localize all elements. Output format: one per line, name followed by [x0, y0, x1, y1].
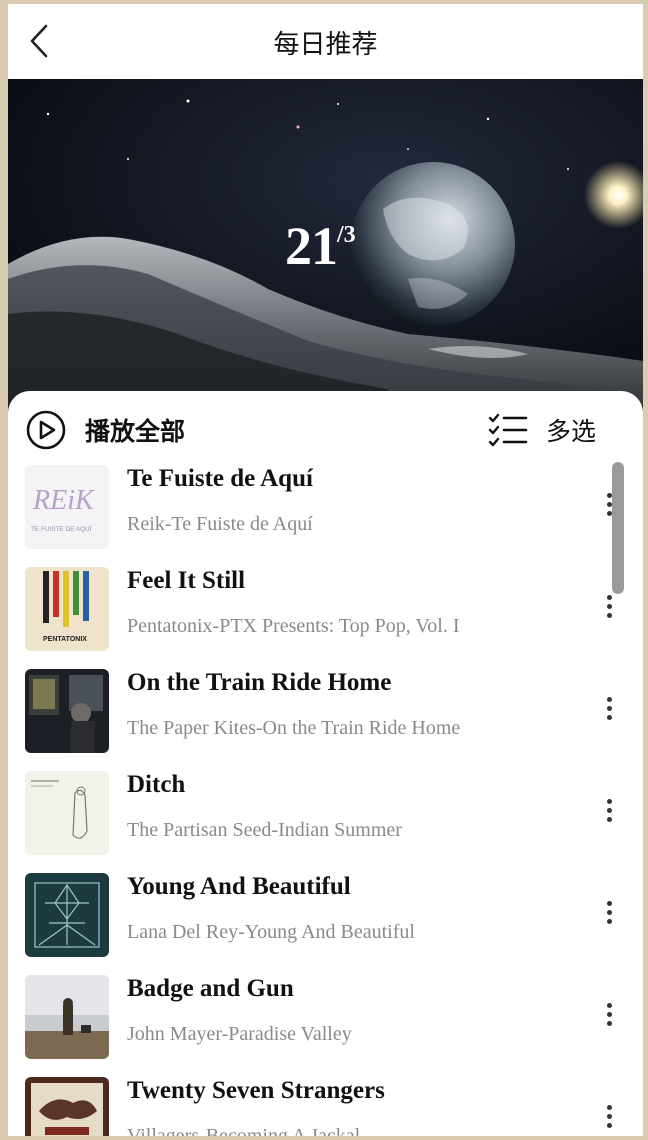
more-vertical-icon[interactable]	[598, 897, 620, 935]
checklist-icon	[488, 413, 528, 447]
song-subtitle: John Mayer-Paradise Valley	[127, 1023, 352, 1045]
song-subtitle: Reik-Te Fuiste de Aquí	[127, 513, 313, 535]
date-day: 21	[285, 216, 338, 276]
multi-select-button[interactable]: 多选	[488, 409, 596, 451]
date-overlay: 21/3	[285, 215, 356, 277]
song-item[interactable]: Badge and Gun John Mayer-Paradise Valley	[8, 969, 643, 1071]
album-cover	[25, 669, 109, 753]
album-cover: REiK TE FUISTE DE AQUÍ	[25, 465, 109, 549]
song-item[interactable]: Twenty Seven Strangers Villagers-Becomin…	[8, 1071, 643, 1136]
play-circle-icon	[26, 410, 66, 450]
play-all-label: 播放全部	[85, 417, 186, 446]
album-cover: PENTATONIX	[25, 567, 109, 651]
header-bar: 每日推荐	[8, 4, 643, 79]
album-cover	[25, 975, 109, 1059]
song-title: On the Train Ride Home	[127, 669, 392, 696]
cover-brand-text: REiK	[32, 485, 95, 516]
scrollbar-thumb[interactable]	[612, 462, 624, 594]
song-item[interactable]: REiK TE FUISTE DE AQUÍ Te Fuiste de Aquí…	[8, 459, 643, 561]
page-title: 每日推荐	[273, 30, 378, 60]
song-subtitle: Lana Del Rey-Young And Beautiful	[127, 921, 415, 943]
app-frame: 每日推荐 21/3 播放全部 多选 REiK TE FUISTE DE AQUÍ…	[8, 4, 643, 1136]
album-cover	[25, 1077, 109, 1136]
banner-image: 21/3	[8, 79, 643, 414]
cover-sub-text: TE FUISTE DE AQUÍ	[31, 524, 92, 533]
album-cover	[25, 873, 109, 957]
more-vertical-icon[interactable]	[598, 693, 620, 731]
cover-brand-text: PENTATONIX	[43, 636, 87, 643]
song-title: Badge and Gun	[127, 975, 294, 1002]
more-vertical-icon[interactable]	[598, 999, 620, 1037]
album-cover	[25, 771, 109, 855]
song-title: Te Fuiste de Aquí	[127, 465, 313, 492]
song-item[interactable]: Ditch The Partisan Seed-Indian Summer	[8, 765, 643, 867]
song-list: REiK TE FUISTE DE AQUÍ Te Fuiste de Aquí…	[8, 459, 643, 1136]
song-subtitle: The Paper Kites-On the Train Ride Home	[127, 717, 461, 739]
song-title: Young And Beautiful	[127, 873, 351, 900]
more-vertical-icon[interactable]	[598, 591, 620, 629]
song-item[interactable]: PENTATONIX Feel It Still Pentatonix-PTX …	[8, 561, 643, 663]
song-title: Ditch	[127, 771, 186, 798]
more-vertical-icon[interactable]	[598, 1101, 620, 1136]
multi-select-label: 多选	[546, 417, 597, 446]
song-subtitle: Pentatonix-PTX Presents: Top Pop, Vol. I	[127, 615, 460, 637]
song-sheet: 播放全部 多选 REiK TE FUISTE DE AQUÍ Te Fuiste…	[8, 391, 643, 1136]
more-vertical-icon[interactable]	[598, 795, 620, 833]
song-title: Feel It Still	[127, 567, 246, 594]
song-item[interactable]: Young And Beautiful Lana Del Rey-Young A…	[8, 867, 643, 969]
song-title: Twenty Seven Strangers	[127, 1077, 385, 1104]
date-month: /3	[337, 222, 356, 248]
song-subtitle: The Partisan Seed-Indian Summer	[127, 819, 402, 841]
song-item[interactable]: On the Train Ride Home The Paper Kites-O…	[8, 663, 643, 765]
play-all-button[interactable]: 播放全部	[25, 409, 185, 451]
song-subtitle: Villagers-Becoming A Jackal	[127, 1125, 361, 1136]
